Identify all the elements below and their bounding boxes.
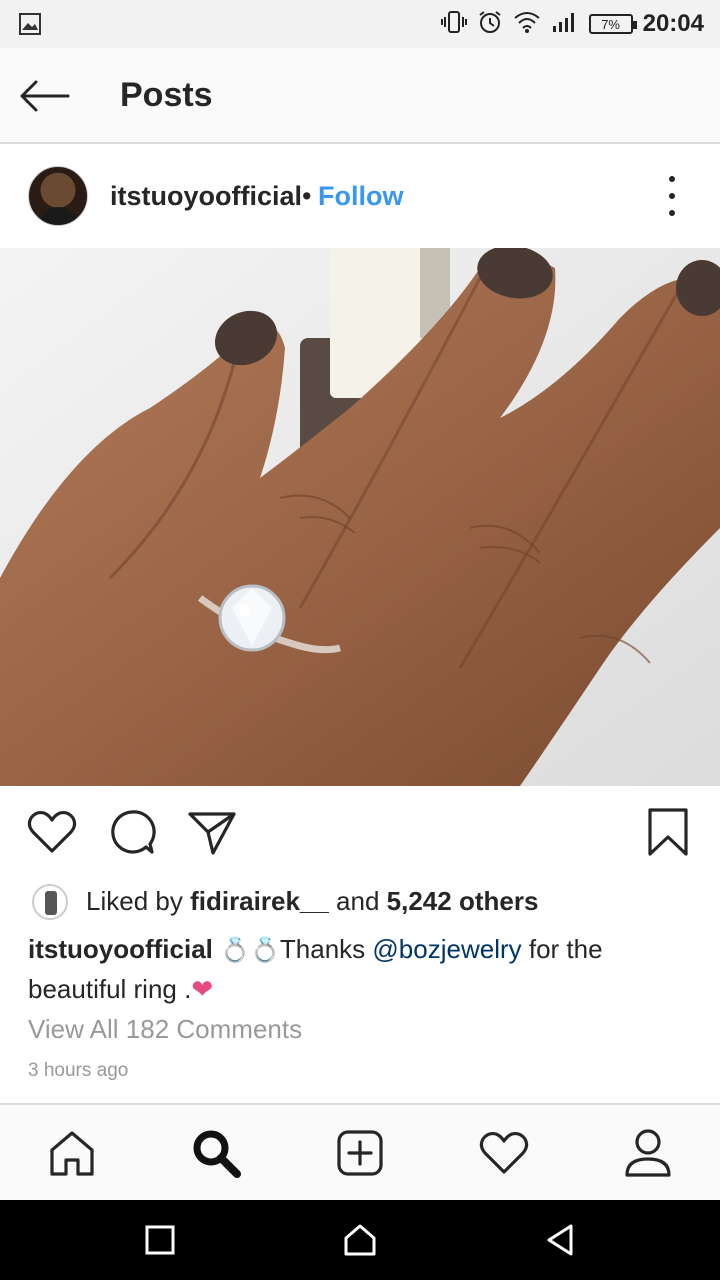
likes-text: Liked by fidirairek__ and 5,242 others bbox=[86, 886, 539, 916]
alarm-icon bbox=[477, 9, 503, 40]
author-username[interactable]: itstuoyoofficial bbox=[110, 181, 302, 212]
page-title: Posts bbox=[120, 76, 213, 114]
battery-icon: 7% bbox=[588, 14, 637, 34]
system-home-icon[interactable] bbox=[340, 1220, 380, 1260]
post-actions bbox=[0, 790, 720, 874]
follow-button[interactable]: Follow bbox=[318, 181, 403, 212]
profile-icon[interactable] bbox=[620, 1125, 676, 1181]
system-navigation-bar bbox=[0, 1200, 720, 1280]
add-post-icon[interactable] bbox=[332, 1125, 388, 1181]
like-icon[interactable] bbox=[26, 806, 78, 858]
clock: 20:04 bbox=[642, 10, 704, 37]
likes-count[interactable]: 5,242 others bbox=[387, 886, 539, 916]
signal-icon bbox=[551, 10, 579, 39]
likes-row[interactable]: Liked by fidirairek__ and 5,242 others bbox=[0, 878, 720, 926]
caption-username[interactable]: itstuoyoofficial bbox=[28, 934, 213, 964]
post-caption: itstuoyoofficial 💍💍Thanks @bozjewelry fo… bbox=[28, 934, 603, 1004]
separator-dot: • bbox=[302, 181, 312, 211]
top-header: Posts bbox=[0, 48, 720, 144]
post-image[interactable] bbox=[0, 248, 720, 786]
more-vertical-icon[interactable] bbox=[656, 176, 688, 216]
search-icon[interactable] bbox=[188, 1125, 244, 1181]
system-back-icon[interactable] bbox=[540, 1220, 580, 1260]
post-header: itstuoyoofficial • Follow bbox=[0, 146, 720, 248]
mention-link[interactable]: @bozjewelry bbox=[372, 934, 521, 964]
back-arrow-icon[interactable] bbox=[18, 74, 78, 118]
home-icon[interactable] bbox=[44, 1125, 100, 1181]
status-bar: 7% 20:04 bbox=[0, 0, 720, 48]
wifi-icon bbox=[513, 10, 541, 39]
view-all-comments-link[interactable]: View All 182 Comments bbox=[28, 1014, 302, 1045]
heart-emoji-icon: ❤ bbox=[191, 974, 214, 1004]
liker-username[interactable]: fidirairek__ bbox=[190, 886, 329, 916]
comment-icon[interactable] bbox=[106, 806, 158, 858]
post-timestamp: 3 hours ago bbox=[28, 1060, 129, 1081]
bookmark-icon[interactable] bbox=[642, 806, 694, 858]
recents-icon[interactable] bbox=[140, 1220, 180, 1260]
vibrate-icon bbox=[440, 10, 467, 39]
ring-emoji-icon: 💍💍 bbox=[220, 937, 280, 964]
image-notification-icon bbox=[18, 12, 42, 41]
liker-avatar bbox=[32, 884, 68, 920]
activity-icon[interactable] bbox=[476, 1125, 532, 1181]
author-avatar[interactable] bbox=[28, 166, 88, 226]
share-icon[interactable] bbox=[186, 806, 238, 858]
bottom-navigation bbox=[0, 1103, 720, 1200]
